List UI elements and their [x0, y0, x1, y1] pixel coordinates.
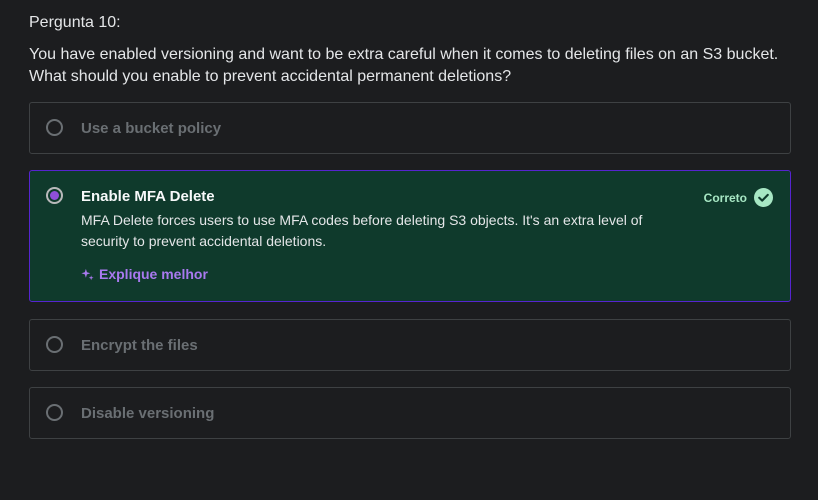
answer-option[interactable]: Disable versioning [29, 387, 791, 439]
correct-label: Correto [703, 190, 747, 205]
check-circle-icon [754, 188, 773, 207]
explain-more-label: Explique melhor [99, 266, 208, 282]
radio-button-icon[interactable] [46, 119, 63, 136]
radio-button-icon[interactable] [46, 404, 63, 421]
answer-option-label: Encrypt the files [81, 337, 198, 354]
radio-selected-dot [50, 191, 59, 200]
radio-button-icon[interactable] [46, 187, 63, 204]
explain-more-link[interactable]: Explique melhor [81, 266, 208, 282]
question-text: You have enabled versioning and want to … [29, 46, 779, 85]
sparkle-icon [81, 268, 94, 280]
answer-option-selected[interactable]: Enable MFA Delete MFA Delete forces user… [29, 170, 791, 302]
answer-option-label: Use a bucket policy [81, 120, 222, 137]
question-number: Pergunta 10: [29, 14, 121, 31]
radio-button-icon[interactable] [46, 336, 63, 353]
answer-explanation: MFA Delete forces users to use MFA codes… [81, 212, 643, 249]
answer-option[interactable]: Encrypt the files [29, 319, 791, 371]
answer-option-label: Enable MFA Delete [81, 188, 215, 205]
answer-option[interactable]: Use a bucket policy [29, 102, 791, 154]
answer-option-label: Disable versioning [81, 405, 215, 422]
correct-badge: Correto [704, 188, 773, 207]
